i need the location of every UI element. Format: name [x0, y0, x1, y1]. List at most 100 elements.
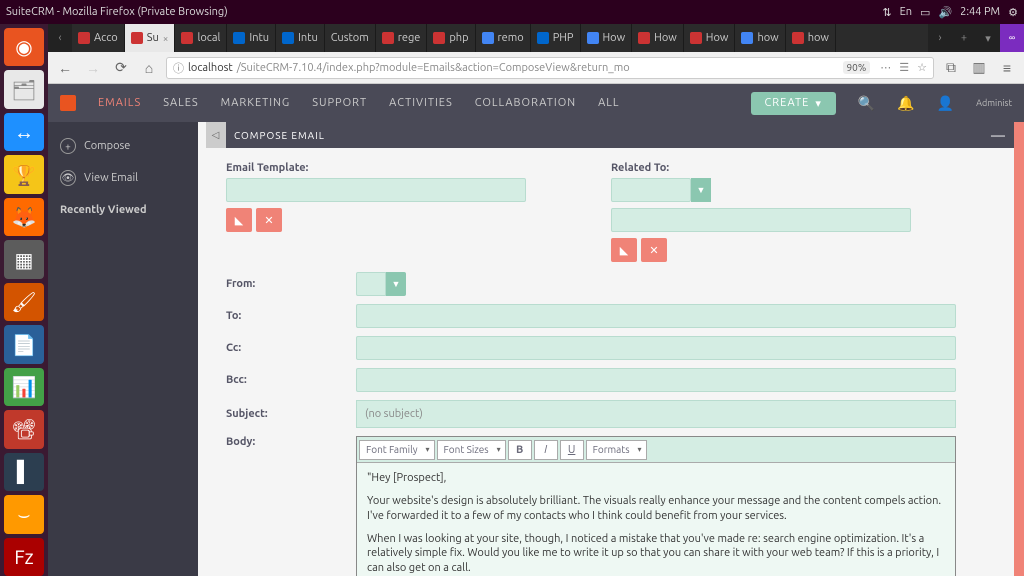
tab[interactable]: remo	[476, 24, 531, 52]
volume-icon[interactable]: 🔊	[938, 6, 952, 19]
app-body: +Compose 👁View Email Recently Viewed ◁ C…	[48, 122, 1024, 576]
formats-select[interactable]: Formats	[586, 440, 647, 460]
library-icon[interactable]: ⧉	[940, 57, 962, 79]
impress-icon[interactable]: 📽	[4, 410, 44, 448]
new-tab-button[interactable]: +	[952, 24, 976, 52]
tab-list-button[interactable]: ▾	[976, 24, 1000, 52]
subject-label: Subject:	[226, 408, 356, 420]
close-icon[interactable]: ×	[163, 33, 169, 44]
tab-scroll-left[interactable]: ‹	[48, 24, 72, 52]
private-mask-icon: ∞	[1000, 24, 1024, 52]
tab[interactable]: How	[632, 24, 684, 52]
info-icon[interactable]: ⓘ	[173, 60, 184, 76]
zoom-level[interactable]: 90%	[843, 61, 871, 74]
related-record-input[interactable]	[611, 208, 911, 232]
email-template-input[interactable]	[226, 178, 526, 202]
battery-icon[interactable]: ▭	[920, 6, 930, 19]
firefox-icon[interactable]: 🦊	[4, 198, 44, 236]
calc-icon[interactable]: 📊	[4, 368, 44, 406]
template-clear-button[interactable]: ✕	[256, 208, 282, 232]
sidebar-compose[interactable]: +Compose	[48, 130, 198, 162]
url-bar[interactable]: ⓘ localhost /SuiteCRM-7.10.4/index.php?m…	[166, 57, 934, 79]
related-select-button[interactable]: ◣	[611, 238, 637, 262]
body-label: Body:	[226, 436, 356, 448]
related-clear-button[interactable]: ✕	[641, 238, 667, 262]
tab[interactable]: PHP	[531, 24, 581, 52]
related-to-label: Related To:	[611, 162, 996, 174]
wifi-icon[interactable]: ⇅	[882, 6, 891, 19]
paint-icon[interactable]: 🖌	[4, 283, 44, 321]
tab[interactable]: How	[581, 24, 633, 52]
tab[interactable]: how	[735, 24, 785, 52]
module-sidebar: +Compose 👁View Email Recently Viewed	[48, 122, 198, 576]
app-nav: EMAILS SALES MARKETING SUPPORT ACTIVITIE…	[48, 84, 1024, 122]
toolbar: ← → ⟳ ⌂ ⓘ localhost /SuiteCRM-7.10.4/ind…	[48, 52, 1024, 84]
subject-input[interactable]: (no subject)	[356, 400, 956, 428]
related-module-dropdown[interactable]: ▼	[691, 178, 711, 202]
teamviewer-icon[interactable]: ↔	[4, 113, 44, 151]
search-icon[interactable]: 🔍	[858, 95, 875, 112]
brand-logo[interactable]	[60, 95, 76, 111]
tab[interactable]: Intu	[276, 24, 325, 52]
bell-icon[interactable]: 🔔	[897, 95, 914, 112]
tab[interactable]: How	[684, 24, 736, 52]
nav-sales[interactable]: SALES	[163, 97, 198, 109]
bcc-input[interactable]	[356, 368, 956, 392]
reload-button[interactable]: ⟳	[110, 57, 132, 79]
dash-icon[interactable]: ◉	[4, 28, 44, 66]
sidebar-icon[interactable]: ▥	[968, 57, 990, 79]
sidebar-view-email[interactable]: 👁View Email	[48, 162, 198, 194]
home-button[interactable]: ⌂	[138, 57, 160, 79]
tab-scroll-right[interactable]: ›	[928, 24, 952, 52]
more-icon[interactable]: ⋯	[880, 61, 891, 74]
tab[interactable]: Intu	[227, 24, 276, 52]
reader-icon[interactable]: ☰	[899, 61, 909, 74]
minimize-panel-button[interactable]: —	[981, 127, 1016, 143]
cc-input[interactable]	[356, 336, 956, 360]
terminal-icon[interactable]: ▌	[4, 453, 44, 491]
nav-emails[interactable]: EMAILS	[98, 97, 141, 109]
bold-button[interactable]: B	[508, 440, 532, 460]
related-module-select[interactable]	[611, 178, 691, 202]
tab[interactable]: php	[427, 24, 475, 52]
tab[interactable]: Su×	[125, 24, 176, 52]
calculator-icon[interactable]: ▦	[4, 240, 44, 278]
clock[interactable]: 2:44 PM	[960, 6, 1000, 18]
tab[interactable]: local	[175, 24, 227, 52]
menu-icon[interactable]: ≡	[996, 57, 1018, 79]
nav-activities[interactable]: ACTIVITIES	[389, 97, 453, 109]
tab[interactable]: Acco	[72, 24, 125, 52]
tab[interactable]: how	[786, 24, 836, 52]
font-size-select[interactable]: Font Sizes	[437, 440, 506, 460]
nav-support[interactable]: SUPPORT	[312, 97, 367, 109]
trophy-icon[interactable]: 🏆	[4, 155, 44, 193]
to-label: To:	[226, 310, 356, 322]
template-select-button[interactable]: ◣	[226, 208, 252, 232]
nav-collaboration[interactable]: COLLABORATION	[475, 97, 576, 109]
writer-icon[interactable]: 📄	[4, 325, 44, 363]
firefox-window: ‹ Acco Su× local Intu Intu Custom rege p…	[48, 24, 1024, 576]
create-button[interactable]: CREATE▾	[751, 92, 836, 115]
files-icon[interactable]: 🗂	[4, 70, 44, 108]
bookmark-star-icon[interactable]: ☆	[917, 61, 927, 74]
from-select[interactable]	[356, 272, 386, 296]
font-family-select[interactable]: Font Family	[359, 440, 435, 460]
collapse-sidebar-button[interactable]: ◁	[206, 122, 226, 148]
tab[interactable]: rege	[376, 24, 428, 52]
from-dropdown[interactable]: ▼	[386, 272, 406, 296]
to-input[interactable]	[356, 304, 956, 328]
nav-all[interactable]: ALL	[598, 97, 619, 109]
forward-button[interactable]: →	[82, 57, 104, 79]
editor-content[interactable]: "Hey [Prospect], Your website's design i…	[357, 463, 955, 576]
nav-marketing[interactable]: MARKETING	[221, 97, 291, 109]
eye-icon: 👁	[60, 170, 76, 186]
back-button[interactable]: ←	[54, 57, 76, 79]
underline-button[interactable]: U	[560, 440, 584, 460]
tab[interactable]: Custom	[325, 24, 376, 52]
user-icon[interactable]: 👤	[937, 95, 954, 112]
filezilla-icon[interactable]: Fz	[4, 538, 44, 576]
gear-icon[interactable]: ⚙	[1008, 6, 1018, 19]
lang-indicator[interactable]: En	[900, 6, 912, 18]
italic-button[interactable]: I	[534, 440, 558, 460]
amazon-icon[interactable]: ⌣	[4, 495, 44, 533]
